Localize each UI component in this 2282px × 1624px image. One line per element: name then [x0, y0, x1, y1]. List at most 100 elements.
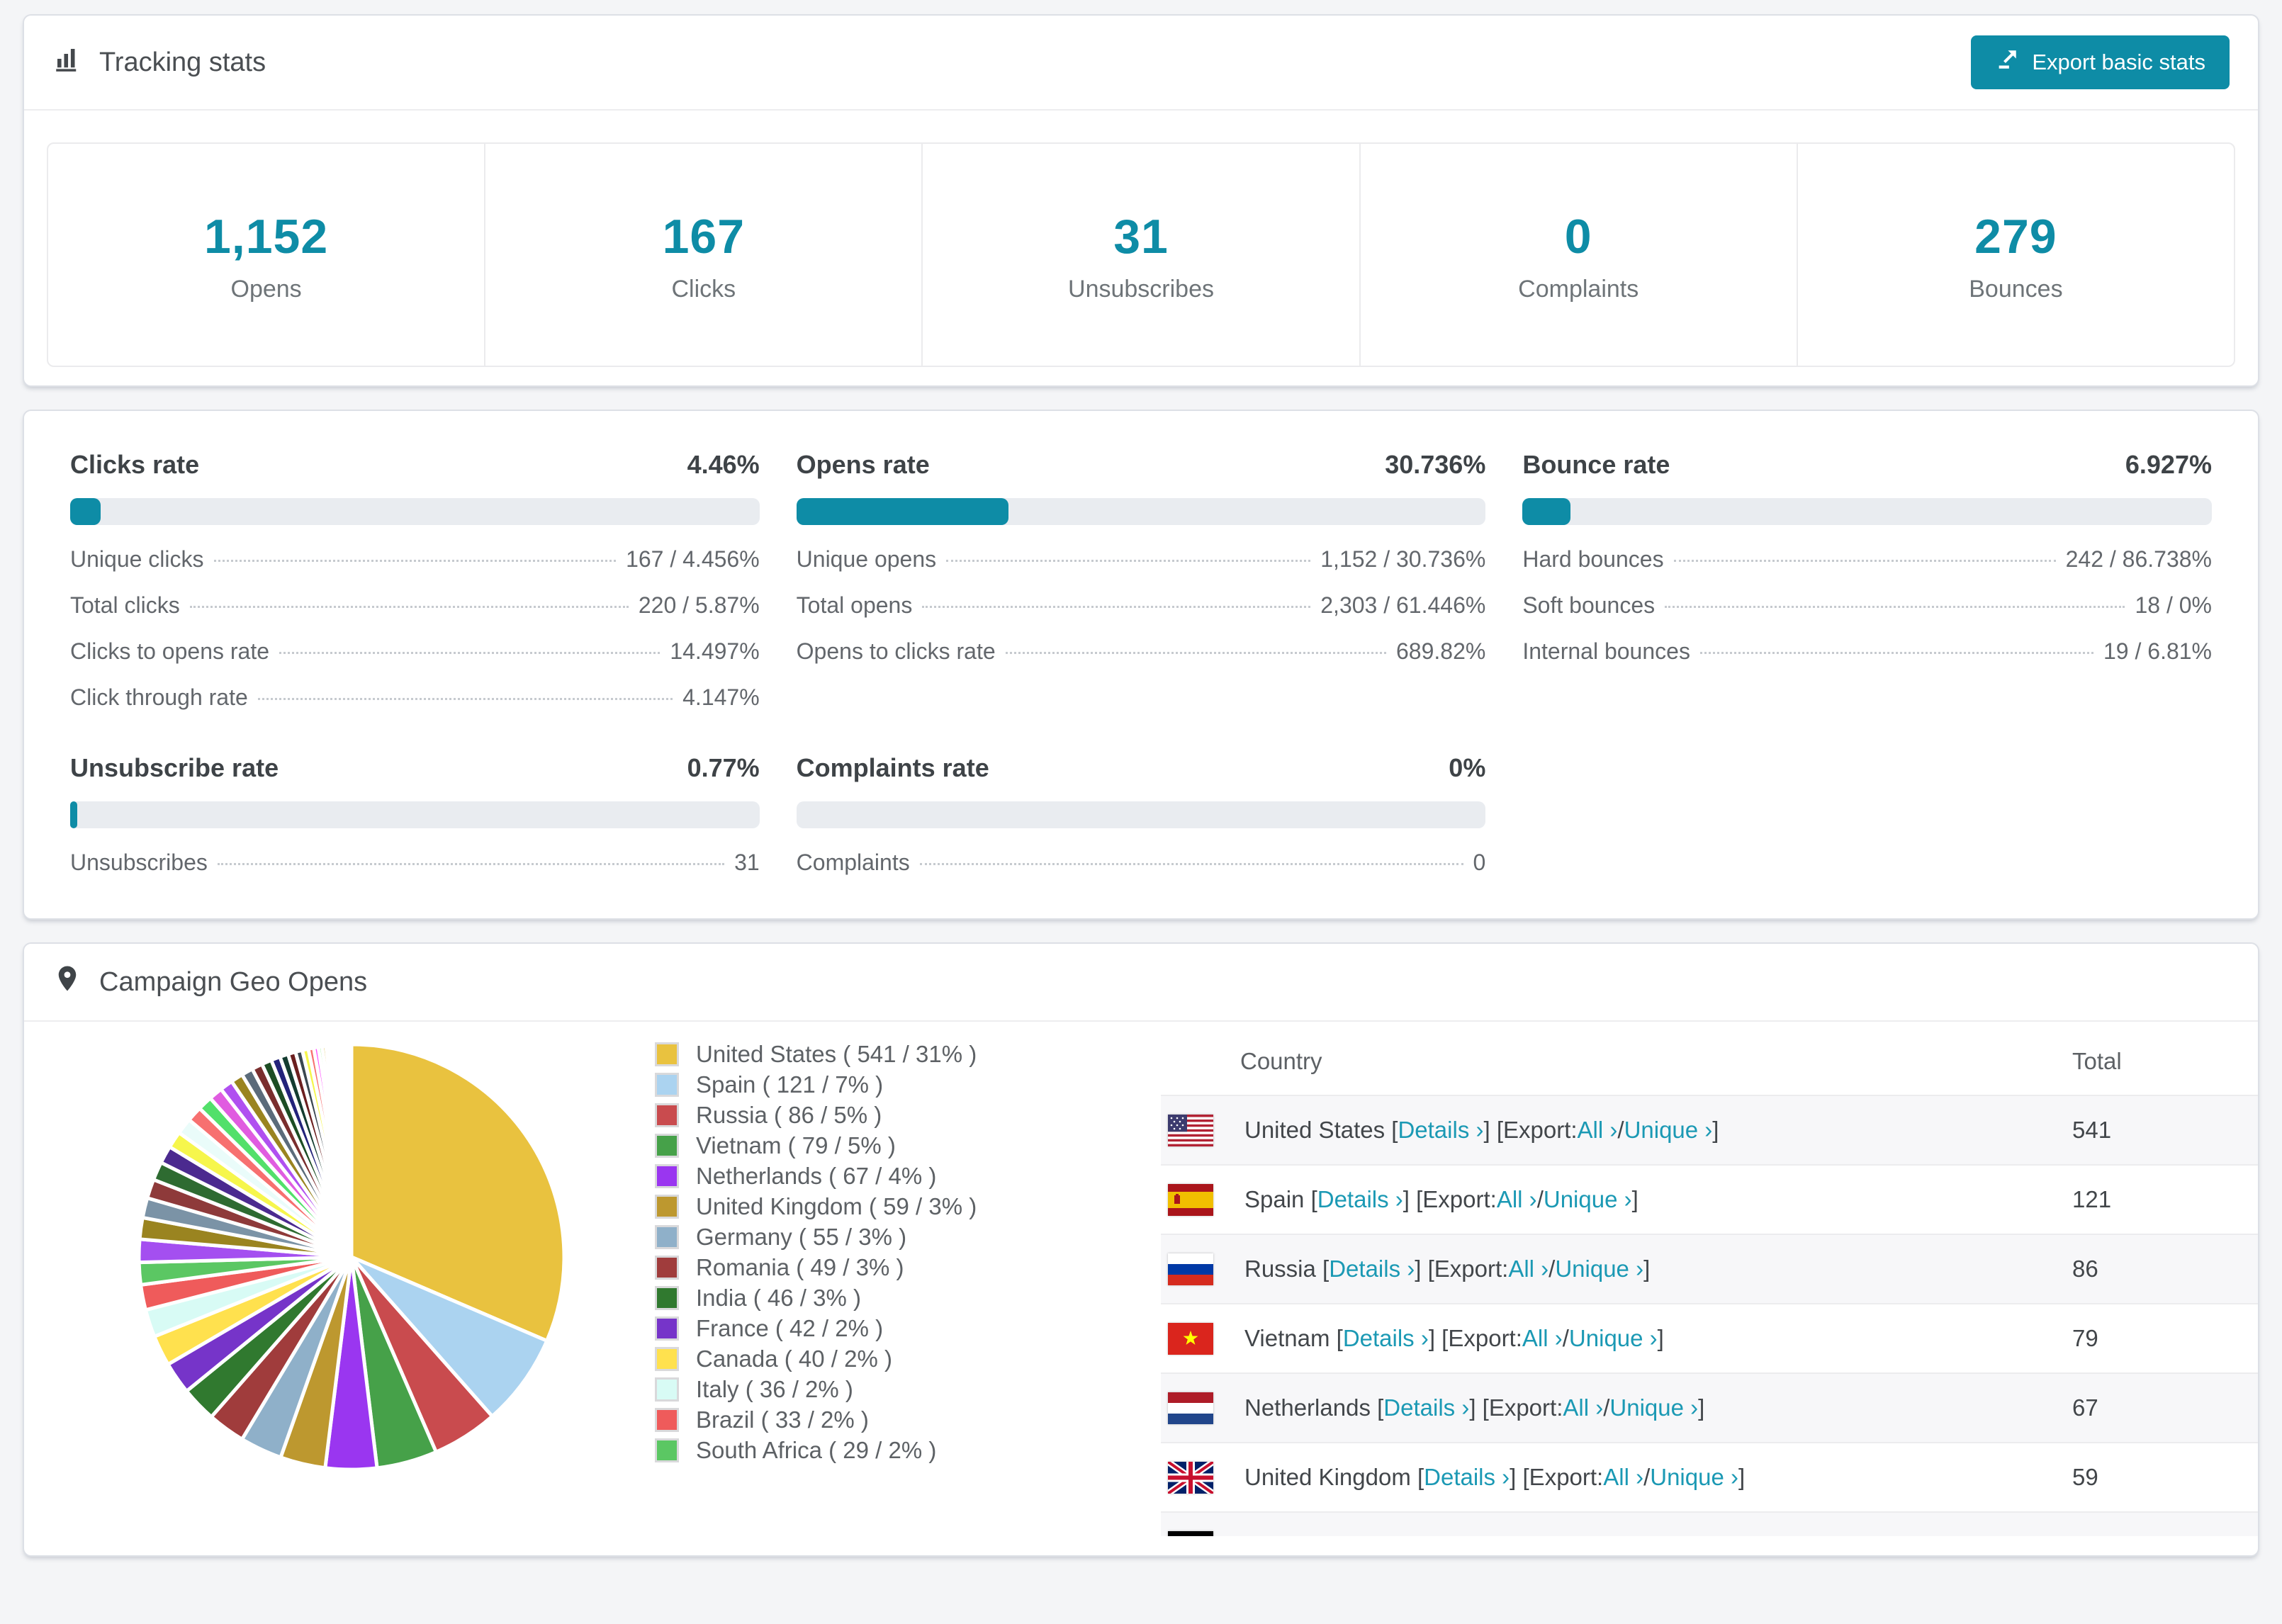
geo-table-row-united-kingdom: United Kingdom [Details ›] [Export: All … — [1161, 1442, 2258, 1511]
legend-swatch — [655, 1407, 679, 1432]
rate-progress-track — [70, 498, 760, 525]
column-header-country: Country — [1240, 1047, 1322, 1074]
us-flag-icon — [1168, 1114, 1213, 1146]
bar-chart-icon — [52, 44, 82, 81]
export-unique-link[interactable]: Unique › — [1609, 1394, 1698, 1421]
rate-block-bounce-rate: Bounce rate 6.927% Hard bounces 242 / 86.73… — [1522, 450, 2212, 711]
rate-progress-fill — [70, 498, 101, 525]
export-unique-link[interactable]: Unique › — [1650, 1464, 1738, 1491]
rate-stat-label: Internal bounces — [1522, 638, 1690, 664]
country-cell: United States [Details ›] [Export: All ›… — [1161, 1114, 1719, 1146]
legend-item-united-kingdom: United Kingdom ( 59 / 3% ) — [655, 1191, 988, 1222]
legend-item-india: India ( 46 / 3% ) — [655, 1282, 988, 1313]
rate-stat-row: Unique opens 1,152 / 30.736% — [797, 546, 1486, 573]
rate-progress-fill — [796, 498, 1008, 525]
export-unique-link[interactable]: Unique › — [1624, 1117, 1713, 1144]
legend-item-vietnam: Vietnam ( 79 / 5% ) — [655, 1130, 988, 1161]
rate-block-clicks-rate: Clicks rate 4.46% Unique clicks 167 / 4.456… — [70, 450, 760, 711]
rate-header: Opens rate 30.736% — [797, 450, 1486, 480]
details-link[interactable]: Details › — [1343, 1325, 1429, 1352]
rates-card: Clicks rate 4.46% Unique clicks 167 / 4.456… — [23, 410, 2259, 920]
details-link[interactable]: Details › — [1317, 1186, 1403, 1213]
rate-progress-track — [796, 498, 1486, 525]
country-total: 541 — [2072, 1117, 2112, 1143]
stat-value: 167 — [662, 210, 746, 264]
legend-item-romania: Romania ( 49 / 3% ) — [655, 1252, 988, 1282]
dotted-leader — [946, 560, 1311, 562]
legend-label: India ( 46 / 3% ) — [696, 1284, 861, 1311]
slash-separator: / — [1643, 1464, 1651, 1490]
details-link[interactable]: Details › — [1329, 1256, 1415, 1282]
geo-opens-body: United States ( 541 / 31% ) Spain ( 121 /… — [24, 1022, 2258, 1555]
geo-pie-chart — [132, 1027, 571, 1480]
export-all-link[interactable]: All › — [1497, 1186, 1537, 1213]
dotted-leader — [1005, 652, 1386, 654]
close-bracket: ] — [1668, 1533, 1675, 1536]
de-flag-icon — [1168, 1530, 1213, 1536]
close-bracket: ] — [1631, 1186, 1639, 1212]
export-unique-link[interactable]: Unique › — [1544, 1186, 1632, 1213]
details-link[interactable]: Details › — [1424, 1464, 1510, 1491]
export-all-link[interactable]: All › — [1578, 1117, 1618, 1144]
country-total: 79 — [2072, 1325, 2098, 1351]
export-all-link[interactable]: All › — [1563, 1394, 1603, 1421]
legend-label: France ( 42 / 2% ) — [696, 1314, 884, 1341]
stat-label: Clicks — [671, 276, 736, 303]
legend-item-brazil: Brazil ( 33 / 2% ) — [655, 1404, 988, 1435]
rate-progress-track — [796, 801, 1486, 828]
rate-value: 0.77% — [687, 753, 760, 782]
rate-rows: Unique clicks 167 / 4.456% Total clicks 220… — [70, 546, 760, 711]
legend-label: Spain ( 121 / 7% ) — [696, 1071, 884, 1098]
export-basic-stats-button[interactable]: Export basic stats — [1971, 35, 2230, 89]
details-link[interactable]: Details › — [1354, 1533, 1439, 1536]
export-prefix: ] [Export: — [1483, 1117, 1578, 1143]
slash-separator: / — [1548, 1256, 1556, 1282]
slash-separator: / — [1562, 1325, 1569, 1351]
export-all-link[interactable]: All › — [1603, 1464, 1643, 1491]
geo-pie-legend: United States ( 541 / 31% ) Spain ( 121 /… — [655, 1027, 988, 1465]
tracking-stats-header: Tracking stats Export basic stats — [24, 16, 2258, 111]
details-link[interactable]: Details › — [1398, 1117, 1483, 1144]
country-name: Vietnam [ — [1244, 1325, 1343, 1351]
rate-value: 6.927% — [2125, 450, 2212, 479]
dotted-leader — [922, 606, 1311, 608]
stat-label: Opens — [230, 276, 302, 303]
dotted-leader — [189, 606, 629, 608]
country-name: Netherlands [ — [1244, 1394, 1384, 1421]
legend-label: Italy ( 36 / 2% ) — [696, 1375, 853, 1402]
export-unique-link[interactable]: Unique › — [1555, 1256, 1643, 1282]
legend-swatch — [655, 1285, 679, 1310]
rates-grid: Clicks rate 4.46% Unique clicks 167 / 4.456… — [24, 411, 2258, 918]
rate-title: Opens rate — [796, 450, 930, 479]
export-prefix: ] [Export: — [1510, 1464, 1604, 1490]
export-unique-link[interactable]: Unique › — [1580, 1533, 1668, 1536]
country-name: Spain [ — [1244, 1186, 1317, 1212]
country-cell: United Kingdom [Details ›] [Export: All … — [1161, 1461, 1745, 1494]
export-all-link[interactable]: All › — [1533, 1533, 1573, 1536]
export-prefix: ] [Export: — [1439, 1533, 1533, 1536]
legend-swatch — [655, 1194, 679, 1219]
country-cell: Russia [Details ›] [Export: All › / Uniq… — [1161, 1253, 1650, 1285]
dotted-leader — [919, 863, 1463, 865]
country-total: 67 — [2072, 1394, 2098, 1421]
legend-item-germany: Germany ( 55 / 3% ) — [655, 1222, 988, 1252]
gb-flag-icon — [1168, 1461, 1213, 1494]
pie-slice — [349, 1042, 354, 1258]
legend-item-south-africa: South Africa ( 29 / 2% ) — [655, 1435, 988, 1465]
geo-table-row-germany: Germany [Details ›] [Export: All › / Uni… — [1161, 1511, 2258, 1536]
rate-stat-label: Soft bounces — [1522, 592, 1656, 618]
summary-stat-complaints: 0 Complaints — [1359, 142, 1798, 367]
rate-value: 0% — [1449, 753, 1486, 782]
slash-separator: / — [1603, 1394, 1610, 1421]
rate-stat-row: Hard bounces 242 / 86.738% — [1522, 546, 2212, 573]
legend-label: Russia ( 86 / 5% ) — [696, 1101, 882, 1128]
details-link[interactable]: Details › — [1383, 1394, 1469, 1421]
export-unique-link[interactable]: Unique › — [1569, 1325, 1658, 1352]
rate-value: 4.46% — [687, 450, 760, 479]
export-all-link[interactable]: All › — [1522, 1325, 1563, 1352]
geo-table-row-vietnam: Vietnam [Details ›] [Export: All › / Uni… — [1161, 1303, 2258, 1372]
export-all-link[interactable]: All › — [1508, 1256, 1548, 1282]
legend-label: Vietnam ( 79 / 5% ) — [696, 1132, 896, 1158]
rate-stat-value: 4.147% — [682, 684, 760, 710]
rate-block-opens-rate: Opens rate 30.736% Unique opens 1,152 / 30.… — [796, 450, 1486, 711]
